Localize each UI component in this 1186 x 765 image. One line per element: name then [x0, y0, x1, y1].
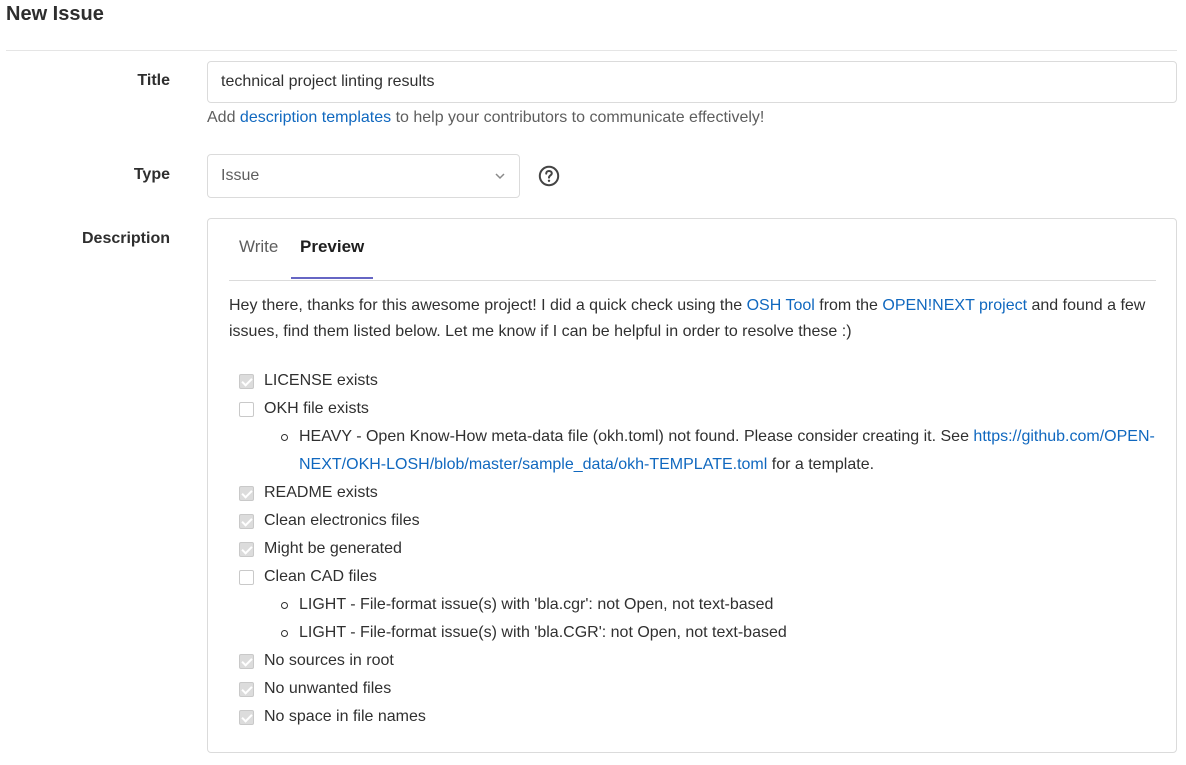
checklist-subitem: LIGHT - File-format issue(s) with 'bla.c… — [264, 591, 1169, 619]
description-label: Description — [81, 230, 170, 247]
checklist-item-label: No sources in root — [264, 652, 394, 669]
checklist-item-label: No space in file names — [264, 708, 426, 725]
checkbox-checked[interactable] — [239, 710, 254, 725]
checklist-subitems: HEAVY - Open Know-How meta-data file (ok… — [264, 423, 1169, 479]
checkbox-checked[interactable] — [239, 486, 254, 501]
description-templates-link[interactable]: description templates — [240, 109, 391, 126]
preview-intro: Hey there, thanks for this awesome proje… — [229, 293, 1159, 345]
description-editor: Write Preview Hey there, thanks for this… — [207, 218, 1177, 753]
hint-suffix: to help your contributors to communicate… — [395, 109, 765, 126]
active-tab-indicator — [291, 277, 373, 279]
new-issue-page: New Issue Title Add description template… — [0, 0, 1186, 765]
checkbox-checked[interactable] — [239, 682, 254, 697]
checklist-item: No space in file names — [229, 703, 1169, 731]
checkbox-checked[interactable] — [239, 542, 254, 557]
checklist-item-label: LICENSE exists — [264, 372, 378, 389]
help-icon[interactable] — [538, 165, 560, 187]
checklist-subitems: LIGHT - File-format issue(s) with 'bla.c… — [264, 591, 1169, 647]
checklist-item: OKH file exists HEAVY - Open Know-How me… — [229, 395, 1169, 479]
chevron-down-icon — [495, 173, 505, 180]
checkbox-checked[interactable] — [239, 654, 254, 669]
checkbox-unchecked[interactable] — [239, 402, 254, 417]
checklist-item: No unwanted files — [229, 675, 1169, 703]
title-input[interactable] — [207, 61, 1177, 103]
checklist-item: Might be generated — [229, 535, 1169, 563]
checklist-item: Clean electronics files — [229, 507, 1169, 535]
osh-tool-link[interactable]: OSH Tool — [747, 297, 815, 314]
checklist-item: No sources in root — [229, 647, 1169, 675]
checklist-item-label: Clean electronics files — [264, 512, 420, 529]
checklist-item-label: Clean CAD files — [264, 568, 377, 585]
checklist-item-label: README exists — [264, 484, 378, 501]
title-divider — [6, 50, 1177, 51]
open-next-project-link[interactable]: OPEN!NEXT project — [882, 297, 1027, 314]
checklist-item: LICENSE exists — [229, 367, 1169, 395]
checklist-item: README exists — [229, 479, 1169, 507]
intro-text-1: Hey there, thanks for this awesome proje… — [229, 297, 743, 314]
checkbox-checked[interactable] — [239, 514, 254, 529]
lint-checklist: LICENSE exists OKH file exists HEAVY - O… — [229, 367, 1169, 731]
checklist-subitem: LIGHT - File-format issue(s) with 'bla.C… — [264, 619, 1169, 647]
tab-write[interactable]: Write — [239, 237, 278, 257]
checklist-item-label: OKH file exists — [264, 400, 369, 417]
tab-preview[interactable]: Preview — [300, 237, 364, 257]
subitem-suffix: for a template. — [771, 456, 875, 473]
subitem-text: HEAVY - Open Know-How meta-data file (ok… — [299, 428, 969, 445]
hint-prefix: Add — [207, 109, 236, 126]
description-templates-hint: Add description templates to help your c… — [207, 109, 764, 127]
page-title: New Issue — [6, 3, 104, 25]
intro-text-2: from the — [819, 297, 878, 314]
type-label: Type — [133, 166, 170, 183]
checklist-subitem: HEAVY - Open Know-How meta-data file (ok… — [264, 423, 1169, 479]
checkbox-unchecked[interactable] — [239, 570, 254, 585]
type-dropdown[interactable]: Issue — [207, 154, 520, 198]
checklist-item-label: Might be generated — [264, 540, 402, 557]
type-value: Issue — [221, 167, 260, 184]
title-label: Title — [137, 72, 170, 89]
description-tabs: Write Preview — [229, 219, 1156, 281]
checkbox-checked[interactable] — [239, 374, 254, 389]
checklist-item-label: No unwanted files — [264, 680, 392, 697]
checklist-item: Clean CAD files LIGHT - File-format issu… — [229, 563, 1169, 647]
